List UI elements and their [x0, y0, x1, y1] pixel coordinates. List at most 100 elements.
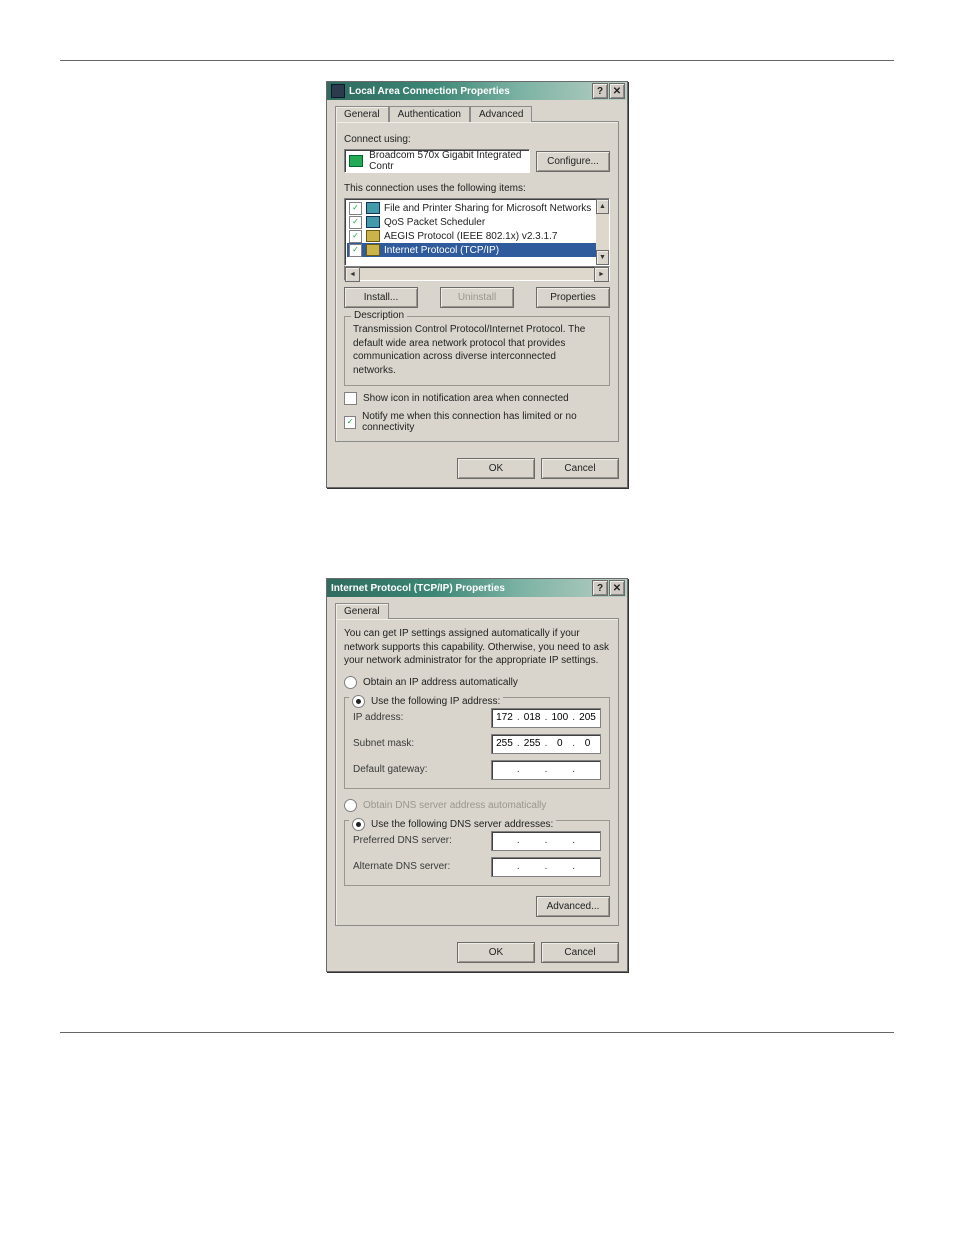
ip-octet[interactable]: [520, 834, 545, 847]
connect-using-label: Connect using:: [344, 134, 610, 145]
ip-octet[interactable]: [547, 737, 572, 750]
radio-obtain-ip-auto[interactable]: [344, 676, 357, 689]
list-item[interactable]: ✓File and Printer Sharing for Microsoft …: [347, 201, 607, 215]
ip-octet[interactable]: [492, 763, 517, 776]
ip-octet[interactable]: [520, 737, 545, 750]
ip-octet[interactable]: [520, 860, 545, 873]
radio-obtain-dns-auto: [344, 799, 357, 812]
configure-button[interactable]: Configure...: [536, 151, 610, 172]
show-icon-label: Show icon in notification area when conn…: [363, 393, 569, 404]
ip-octet[interactable]: [547, 834, 572, 847]
adapter-name: Broadcom 570x Gigabit Integrated Contr: [369, 150, 525, 172]
alternate-dns-label: Alternate DNS server:: [353, 861, 485, 872]
tab-strip: General: [335, 601, 619, 619]
help-button[interactable]: ?: [592, 83, 608, 99]
intro-text: You can get IP settings assigned automat…: [344, 627, 610, 668]
ip-octet[interactable]: [575, 860, 600, 873]
ip-octet[interactable]: [492, 834, 517, 847]
preferred-dns-input[interactable]: ...: [491, 831, 601, 851]
description-legend: Description: [351, 310, 407, 321]
install-button[interactable]: Install...: [344, 287, 418, 308]
tab-strip: General Authentication Advanced: [335, 104, 619, 122]
ip-octet[interactable]: [492, 711, 517, 724]
item-checkbox[interactable]: ✓: [349, 230, 362, 243]
radio-use-ip[interactable]: [352, 695, 365, 708]
ip-octet[interactable]: [547, 711, 572, 724]
ip-octet[interactable]: [547, 860, 572, 873]
tcpip-properties-dialog: Internet Protocol (TCP/IP) Properties ? …: [326, 578, 628, 972]
ip-octet[interactable]: [520, 763, 545, 776]
window-icon: [331, 84, 345, 98]
scroll-right-button[interactable]: ►: [594, 267, 609, 282]
notify-checkbox[interactable]: ✓: [344, 416, 356, 429]
advanced-button[interactable]: Advanced...: [536, 896, 610, 917]
ip-octet[interactable]: [520, 711, 545, 724]
uninstall-button[interactable]: Uninstall: [440, 287, 514, 308]
lan-properties-dialog: Local Area Connection Properties ? ✕ Gen…: [326, 81, 628, 488]
ok-button[interactable]: OK: [457, 942, 535, 963]
top-rule: [60, 60, 894, 61]
ip-octet[interactable]: [547, 763, 572, 776]
scrollbar-horizontal[interactable]: ◄ ►: [344, 266, 610, 281]
ip-octet[interactable]: [492, 860, 517, 873]
item-checkbox[interactable]: ✓: [349, 244, 362, 257]
close-button[interactable]: ✕: [609, 83, 625, 99]
notify-label: Notify me when this connection has limit…: [362, 411, 610, 433]
tab-advanced[interactable]: Advanced: [470, 106, 532, 122]
properties-button[interactable]: Properties: [536, 287, 610, 308]
alternate-dns-input[interactable]: ...: [491, 857, 601, 877]
ip-octet[interactable]: [575, 763, 600, 776]
scroll-up-button[interactable]: ▲: [596, 199, 609, 214]
scroll-left-button[interactable]: ◄: [345, 267, 360, 282]
radio-use-dns[interactable]: [352, 818, 365, 831]
items-label: This connection uses the following items…: [344, 183, 610, 194]
tab-general[interactable]: General: [335, 106, 389, 122]
adapter-icon: [349, 155, 363, 167]
ip-octet[interactable]: [575, 834, 600, 847]
bottom-rule: [60, 1032, 894, 1033]
list-item[interactable]: ✓ AEGIS Protocol (IEEE 802.1x) v2.3.1.7: [347, 229, 607, 243]
scrollbar-vertical[interactable]: ▲ ▼: [596, 199, 609, 265]
description-text: Transmission Control Protocol/Internet P…: [353, 323, 601, 377]
protocol-icon: [366, 216, 380, 228]
tab-panel: You can get IP settings assigned automat…: [335, 618, 619, 926]
ip-octet[interactable]: [575, 711, 600, 724]
radio-obtain-ip-auto-label: Obtain an IP address automatically: [363, 677, 518, 688]
radio-obtain-dns-auto-label: Obtain DNS server address automatically: [363, 800, 546, 811]
radio-use-dns-label: Use the following DNS server addresses:: [371, 819, 553, 830]
description-group: Description Transmission Control Protoco…: [344, 316, 610, 386]
subnet-mask-input[interactable]: ...: [491, 734, 601, 754]
close-button[interactable]: ✕: [609, 580, 625, 596]
items-list[interactable]: ✓File and Printer Sharing for Microsoft …: [344, 198, 610, 266]
titlebar[interactable]: Local Area Connection Properties ? ✕: [327, 82, 627, 100]
tab-authentication[interactable]: Authentication: [389, 106, 470, 122]
window-title: Internet Protocol (TCP/IP) Properties: [331, 583, 505, 594]
ip-address-input[interactable]: ...: [491, 708, 601, 728]
ip-octet[interactable]: [575, 737, 600, 750]
preferred-dns-label: Preferred DNS server:: [353, 835, 485, 846]
show-icon-checkbox[interactable]: [344, 392, 357, 405]
tab-panel: Connect using: Broadcom 570x Gigabit Int…: [335, 121, 619, 442]
cancel-button[interactable]: Cancel: [541, 942, 619, 963]
help-button[interactable]: ?: [592, 580, 608, 596]
protocol-icon: [366, 202, 380, 214]
ip-octet[interactable]: [492, 737, 517, 750]
protocol-icon: [366, 244, 380, 256]
item-checkbox[interactable]: ✓: [349, 202, 362, 215]
default-gateway-label: Default gateway:: [353, 764, 485, 775]
protocol-icon: [366, 230, 380, 242]
list-item[interactable]: ✓Internet Protocol (TCP/IP): [347, 243, 607, 257]
item-checkbox[interactable]: ✓: [349, 216, 362, 229]
subnet-mask-label: Subnet mask:: [353, 738, 485, 749]
radio-use-ip-label: Use the following IP address:: [371, 696, 500, 707]
ok-button[interactable]: OK: [457, 458, 535, 479]
default-gateway-input[interactable]: ...: [491, 760, 601, 780]
ip-address-label: IP address:: [353, 712, 485, 723]
item-label: QoS Packet Scheduler: [384, 217, 485, 228]
cancel-button[interactable]: Cancel: [541, 458, 619, 479]
item-label: AEGIS Protocol (IEEE 802.1x) v2.3.1.7: [384, 231, 557, 242]
list-item[interactable]: ✓ QoS Packet Scheduler: [347, 215, 607, 229]
tab-general[interactable]: General: [335, 603, 389, 619]
scroll-down-button[interactable]: ▼: [596, 250, 609, 265]
titlebar[interactable]: Internet Protocol (TCP/IP) Properties ? …: [327, 579, 627, 597]
